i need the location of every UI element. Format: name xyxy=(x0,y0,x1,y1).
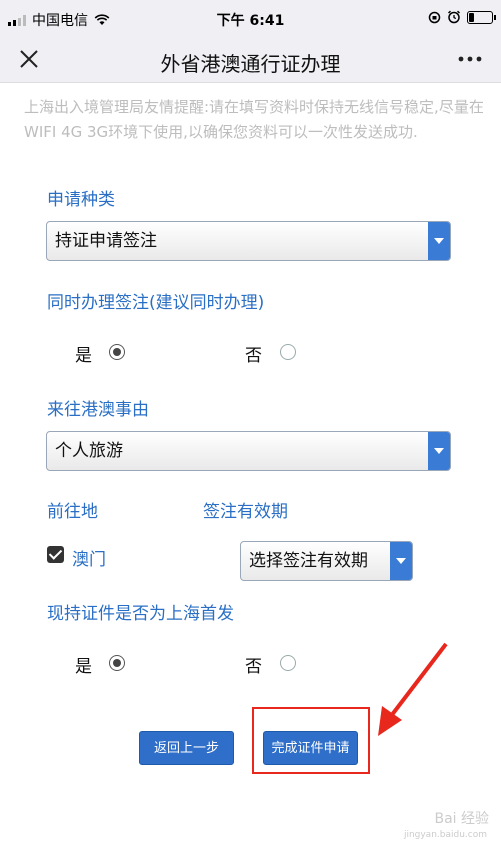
first-issue-no-label: 否 xyxy=(245,657,262,677)
destination-label: 前往地 xyxy=(47,502,98,522)
first-issue-no-radio[interactable] xyxy=(280,655,296,671)
more-icon[interactable] xyxy=(457,52,483,66)
chevron-down-icon xyxy=(428,432,450,470)
back-button[interactable]: 返回上一步 xyxy=(139,731,234,765)
simultaneous-yes-label: 是 xyxy=(75,346,92,366)
simultaneous-no-label: 否 xyxy=(245,346,262,366)
validity-select[interactable]: 选择签注有效期 xyxy=(240,541,413,581)
highlight-box xyxy=(252,707,370,774)
apply-type-label: 申请种类 xyxy=(47,190,115,210)
apply-type-select[interactable]: 持证申请签注 xyxy=(46,221,451,261)
first-issue-yes-radio[interactable] xyxy=(109,655,125,671)
status-time: 下午 6:41 xyxy=(216,13,285,29)
validity-value: 选择签注有效期 xyxy=(249,551,368,571)
page-title: 外省港澳通行证办理 xyxy=(160,52,341,76)
notice-text: 上海出入境管理局友情提醒:请在填写资料时保持无线信号稳定,尽量在WIFI 4G … xyxy=(24,98,484,141)
first-issue-label: 现持证件是否为上海首发 xyxy=(47,604,234,624)
watermark-url: jingyan.baidu.com xyxy=(403,830,487,840)
macau-label: 澳门 xyxy=(72,550,106,570)
reason-value: 个人旅游 xyxy=(55,441,123,461)
red-arrow-icon xyxy=(378,642,448,736)
first-issue-yes-label: 是 xyxy=(75,657,92,677)
status-bar: 中国电信 下午 6:41 xyxy=(0,0,501,38)
alarm-icon xyxy=(447,10,461,24)
simultaneous-yes-radio[interactable] xyxy=(109,344,125,360)
simultaneous-no-radio[interactable] xyxy=(280,344,296,360)
apply-type-value: 持证申请签注 xyxy=(55,231,157,251)
validity-label: 签注有效期 xyxy=(203,502,288,522)
simultaneous-label: 同时办理签注(建议同时办理) xyxy=(47,293,265,313)
chevron-down-icon xyxy=(428,222,450,260)
nav-bar: 外省港澳通行证办理 xyxy=(0,38,501,83)
status-right xyxy=(428,10,496,24)
watermark-logo: Bai 经验 xyxy=(434,811,489,827)
chevron-down-icon xyxy=(390,542,412,580)
reason-select[interactable]: 个人旅游 xyxy=(46,431,451,471)
reason-label: 来往港澳事由 xyxy=(47,400,149,420)
orientation-lock-icon xyxy=(428,11,441,23)
battery-icon xyxy=(467,10,496,24)
macau-checkbox[interactable] xyxy=(47,546,64,563)
